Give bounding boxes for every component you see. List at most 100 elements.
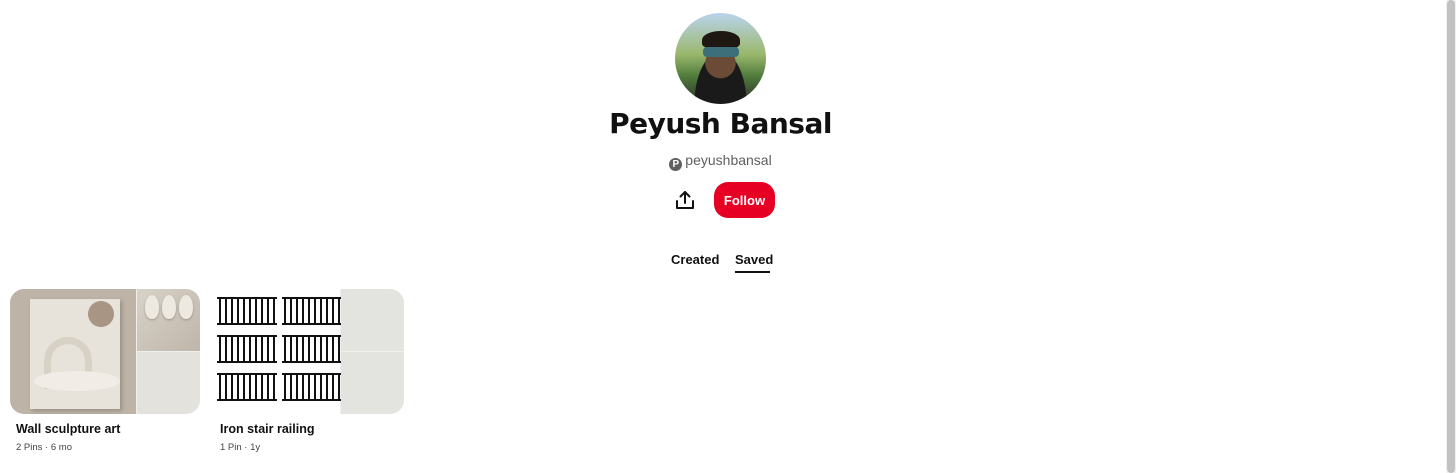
railing-bar [267, 335, 269, 363]
scrollbar-track[interactable] [1446, 0, 1456, 473]
railing-bar [308, 335, 310, 363]
railing-bar [237, 297, 239, 325]
board-meta: 2 Pins · 6 mo [16, 442, 200, 453]
railing-bar [243, 373, 245, 401]
sculpture-wave [34, 371, 120, 391]
share-button[interactable] [668, 183, 702, 217]
railing-bar [332, 297, 334, 325]
railing-bar [255, 335, 257, 363]
pinterest-p-icon: P [669, 158, 683, 171]
railing-bar [320, 373, 322, 401]
board-title[interactable]: Wall sculpture art [16, 422, 200, 436]
railing-bar [326, 297, 328, 325]
railing-bar [302, 373, 304, 401]
avatar [675, 13, 766, 104]
railing-bar [261, 373, 263, 401]
board-age: 1y [250, 442, 261, 453]
board-cover-top-image [341, 289, 404, 351]
board-cover-main-image [214, 289, 342, 414]
railing-bar [338, 373, 340, 401]
sculpture-face [179, 295, 193, 319]
railing-sample [282, 293, 342, 329]
railing-bar [267, 373, 269, 401]
board-cover[interactable] [214, 289, 404, 414]
railing-bar [290, 297, 292, 325]
avatar-glasses [703, 47, 739, 57]
meta-separator: · [45, 442, 49, 453]
railing-bar [225, 297, 227, 325]
board-cover-main-image [10, 289, 136, 414]
railing-bar [314, 335, 316, 363]
railing-sample [217, 293, 277, 329]
board-cover-bottom-image [341, 352, 404, 414]
railing-bar [284, 373, 286, 401]
railing-bar [290, 373, 292, 401]
board-age: 6 mo [50, 442, 72, 453]
railing-bar [338, 297, 340, 325]
railing-bar [219, 297, 221, 325]
board-meta: 1 Pin · 1y [220, 442, 404, 453]
sculpture-face [162, 295, 176, 319]
railing-bar [296, 373, 298, 401]
active-tab-indicator [735, 271, 770, 273]
board-pin-count: 2 Pins [16, 442, 43, 453]
profile-tabs: Created Saved [0, 252, 1441, 276]
railing-bar [273, 297, 275, 325]
railing-bar [255, 297, 257, 325]
profile-handle: peyushbansal [685, 152, 772, 168]
railing-bar [249, 335, 251, 363]
railing-bar [273, 335, 275, 363]
railing-bar [338, 335, 340, 363]
sculpture-circle [88, 301, 114, 327]
tab-created[interactable]: Created [671, 252, 719, 267]
railing-bar [326, 373, 328, 401]
railing-sample [217, 369, 277, 405]
railing-bar [308, 373, 310, 401]
railing-bar [308, 297, 310, 325]
profile-handle-row: Ppeyushbansal [0, 152, 1441, 171]
railing-bar [320, 335, 322, 363]
meta-separator: · [244, 442, 248, 453]
railing-bar [267, 297, 269, 325]
tab-saved[interactable]: Saved [735, 252, 773, 267]
railing-bar [273, 373, 275, 401]
follow-button[interactable]: Follow [714, 182, 775, 218]
railing-bar [237, 335, 239, 363]
railing-sample [217, 331, 277, 367]
railing-bar [284, 297, 286, 325]
board-title[interactable]: Iron stair railing [220, 422, 404, 436]
railing-bar [290, 335, 292, 363]
railing-bar [332, 373, 334, 401]
board-card-wall-sculpture[interactable]: Wall sculpture art 2 Pins · 6 mo [10, 289, 200, 453]
board-cover[interactable] [10, 289, 200, 414]
railing-bar [302, 297, 304, 325]
profile-name: Peyush Bansal [609, 107, 832, 140]
railing-bar [296, 297, 298, 325]
railing-bar [231, 297, 233, 325]
railing-bar [320, 297, 322, 325]
railing-bar [237, 373, 239, 401]
railing-bar [284, 335, 286, 363]
railing-sample [282, 369, 342, 405]
railing-bar [231, 373, 233, 401]
railing-bar [225, 373, 227, 401]
board-cover-top-image [137, 289, 200, 351]
sculpture-face [145, 295, 159, 319]
share-upload-icon [676, 191, 694, 209]
railing-bar [219, 335, 221, 363]
railing-bar [255, 373, 257, 401]
railing-bar [225, 335, 227, 363]
railing-bar [302, 335, 304, 363]
railing-bar [261, 335, 263, 363]
board-cover-bottom-image [137, 352, 200, 414]
board-pin-count: 1 Pin [220, 442, 242, 453]
railing-sample [282, 331, 342, 367]
railing-bar [261, 297, 263, 325]
railing-bar [314, 373, 316, 401]
board-card-iron-railing[interactable]: Iron stair railing 1 Pin · 1y [214, 289, 404, 453]
scrollbar-thumb[interactable] [1447, 0, 1455, 473]
railing-bar [243, 297, 245, 325]
railing-bar [326, 335, 328, 363]
railing-bar [219, 373, 221, 401]
railing-bar [296, 335, 298, 363]
